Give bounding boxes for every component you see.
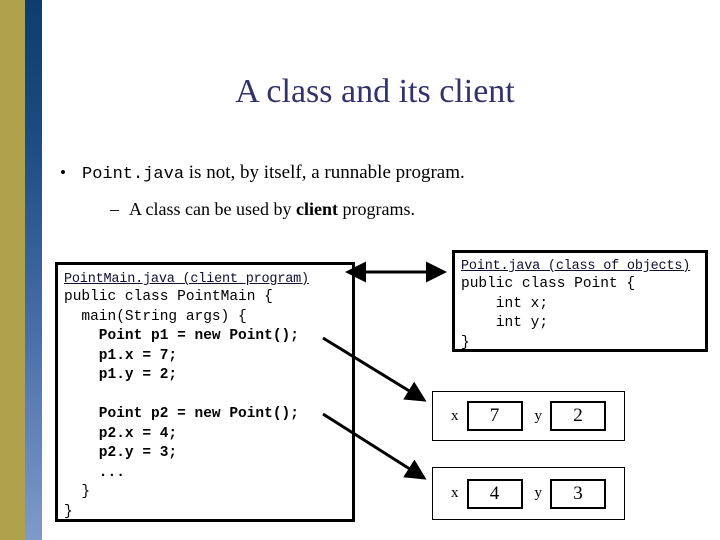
client-code-line: } [64, 484, 91, 500]
client-code-line: p2.y = 3; [64, 445, 178, 461]
field-value-y: 2 [550, 401, 606, 431]
client-code-line: main(String args) { [64, 308, 247, 325]
client-code-line: p2.x = 4; [64, 425, 178, 442]
class-definition-code-lines: public class Point { int x; int y;} [461, 275, 705, 353]
client-program-code-box: PointMain.java (client program) public c… [55, 262, 355, 522]
field-label-x: x [451, 407, 459, 424]
field-value-x: 4 [466, 478, 523, 509]
bullet-2-post: programs. [337, 199, 415, 219]
client-code-line: public class PointMain { [64, 289, 273, 305]
class-definition-code-box: Point.java (class of objects) public cla… [452, 250, 708, 352]
field-label-x: x [451, 485, 459, 501]
bullet-1-text: is not, by itself, a runnable program. [184, 162, 465, 183]
client-code-line [64, 386, 352, 406]
client-code-line: p1.x = 7; [64, 347, 178, 364]
gold-accent-band [0, 0, 25, 540]
field-value-x: 7 [466, 401, 523, 431]
object-instance-box: x 7 y 2 [432, 391, 625, 441]
slide-canvas: A class and its client • Point.java is no… [0, 0, 720, 540]
client-code-line: } [64, 503, 73, 520]
class-code-line: public class Point { [461, 276, 636, 292]
field-value-y: 3 [550, 478, 606, 509]
bullet-item-1: • Point.java is not, by itself, a runnabl… [60, 160, 465, 188]
client-code-line: Point p2 = new Point(); [64, 406, 299, 422]
bullet-dot-icon: • [60, 163, 66, 182]
class-code-line: int x; [461, 295, 549, 312]
field-label-y: y [534, 407, 543, 424]
bullet-item-2: – A class can be used by client programs. [110, 197, 415, 222]
bullet-2-bold: client [295, 199, 338, 219]
page-title: A class and its client [235, 73, 515, 110]
field-label-y: y [534, 485, 543, 501]
bullet-dash-icon: – [110, 199, 119, 219]
bullet-1-code: Point.java [82, 165, 185, 184]
client-code-line: Point p1 = new Point(); [64, 328, 299, 344]
class-code-line: int y; [461, 315, 549, 331]
client-program-heading: PointMain.java (client program) [64, 272, 309, 287]
class-definition-heading: Point.java (class of objects) [461, 259, 691, 274]
client-code-line: p1.y = 2; [64, 367, 178, 383]
client-code-line: ... [64, 464, 125, 481]
blue-gradient-band [25, 0, 42, 540]
bullet-2-pre: A class can be used by [129, 199, 296, 219]
object-instance-box: x 4 y 3 [432, 467, 625, 520]
client-program-code-lines: public class PointMain { main(String arg… [64, 288, 352, 522]
class-code-line: } [461, 334, 470, 351]
